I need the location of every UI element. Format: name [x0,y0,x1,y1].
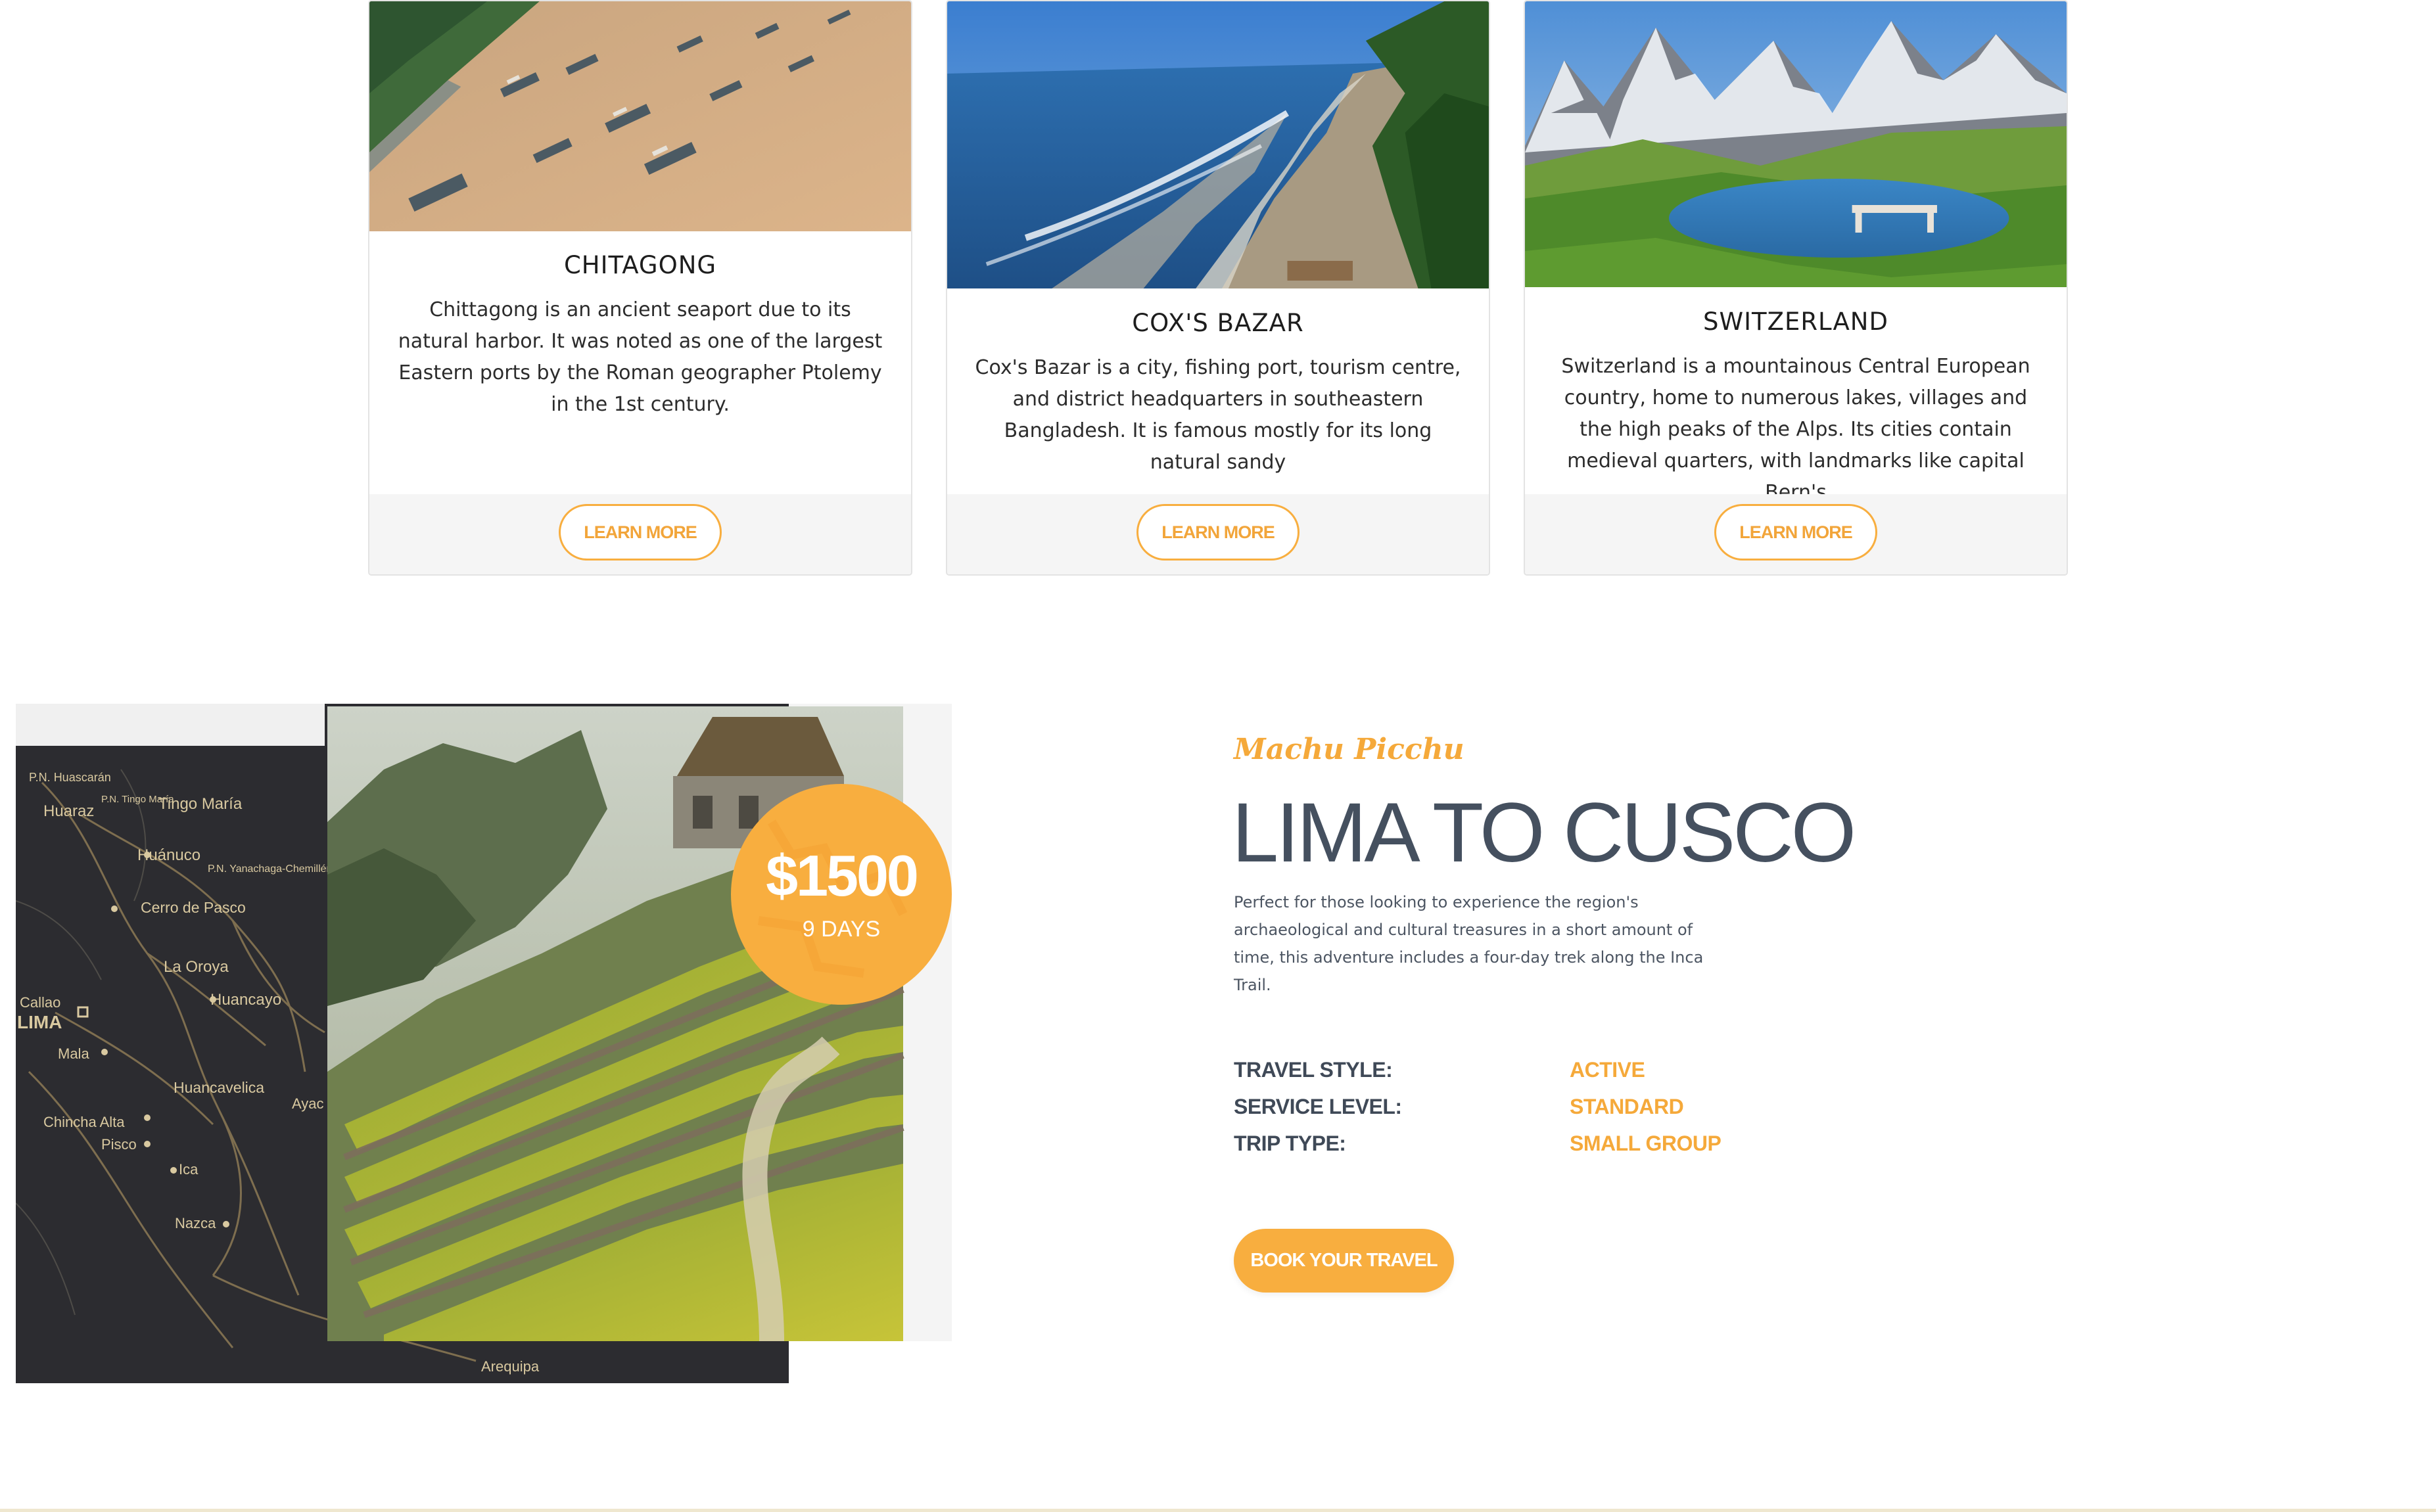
tour-visual: P.N. Huascarán Huaraz P.N. Tingo María T… [16,704,952,1383]
service-level-label: SERVICE LEVEL: [1234,1095,1402,1118]
map-label: Nazca [175,1215,216,1231]
service-level-value: STANDARD [1570,1095,1684,1118]
card-footer: LEARN MORE [947,494,1489,574]
travel-style-value: ACTIVE [1570,1058,1645,1082]
tour-subtitle: Machu Picchu [1234,733,1464,766]
price-badge: $1500 9 DAYS [731,784,952,1005]
card-description: Cox's Bazar is a city, fishing port, tou… [975,356,1461,474]
coxs-bazar-beach-image [947,1,1489,288]
tour-description: Perfect for those looking to experience … [1234,893,1704,994]
book-your-travel-button[interactable]: BOOK YOUR TRAVEL [1234,1229,1454,1293]
card-title: SWITZERLAND [1703,308,1888,336]
price-text: $1500 [766,843,917,908]
map-label: Ayac [292,1095,324,1112]
map-label: LIMA [17,1012,62,1032]
map-label: Cerro de Pasco [141,899,246,916]
map-label: Huaraz [43,802,94,820]
next-section-edge [0,1509,2436,1512]
card-description: Chittagong is an ancient seaport due to … [398,298,883,416]
learn-more-button[interactable]: LEARN MORE [1714,504,1877,561]
map-label: Ica [179,1161,199,1178]
card-footer: LEARN MORE [369,494,911,574]
map-label: Arequipa [481,1358,540,1375]
trip-type-value: SMALL GROUP [1570,1132,1722,1155]
map-label: Chincha Alta [43,1114,125,1130]
card-title: CHITAGONG [563,251,717,279]
switzerland-alps-image [1525,1,2067,287]
map-label: P.N. Huascarán [29,771,111,784]
destination-card-chitagong: CHITAGONG Chittagong is an ancient seapo… [368,0,912,576]
map-label: Tingo María [158,795,243,813]
card-title: COX'S BAZAR [1132,309,1304,337]
destination-card-switzerland: SWITZERLAND Switzerland is a mountainous… [1524,0,2068,576]
card-footer: LEARN MORE [1525,494,2067,574]
card-description: Switzerland is a mountainous Central Eur… [1561,355,2030,504]
map-label: P.N. Yanachaga-Chemillén [208,863,332,875]
tour-title: LIMA TO CUSCO [1232,786,1856,880]
learn-more-button[interactable]: LEARN MORE [1136,504,1300,561]
map-label: Pisco [101,1136,137,1153]
learn-more-button[interactable]: LEARN MORE [559,504,722,561]
map-label: Huancavelica [174,1079,264,1096]
chitagong-harbor-image [369,1,911,231]
map-label: La Oroya [164,958,229,976]
map-label: Mala [58,1045,89,1062]
travel-style-label: TRAVEL STYLE: [1234,1058,1393,1082]
duration-text: 9 DAYS [803,917,880,942]
trip-type-label: TRIP TYPE: [1234,1132,1346,1155]
map-label: Huancayo [210,991,281,1009]
map-label: Callao [20,994,60,1011]
destination-card-coxs-bazar: COX'S BAZAR Cox's Bazar is a city, fishi… [946,0,1490,576]
